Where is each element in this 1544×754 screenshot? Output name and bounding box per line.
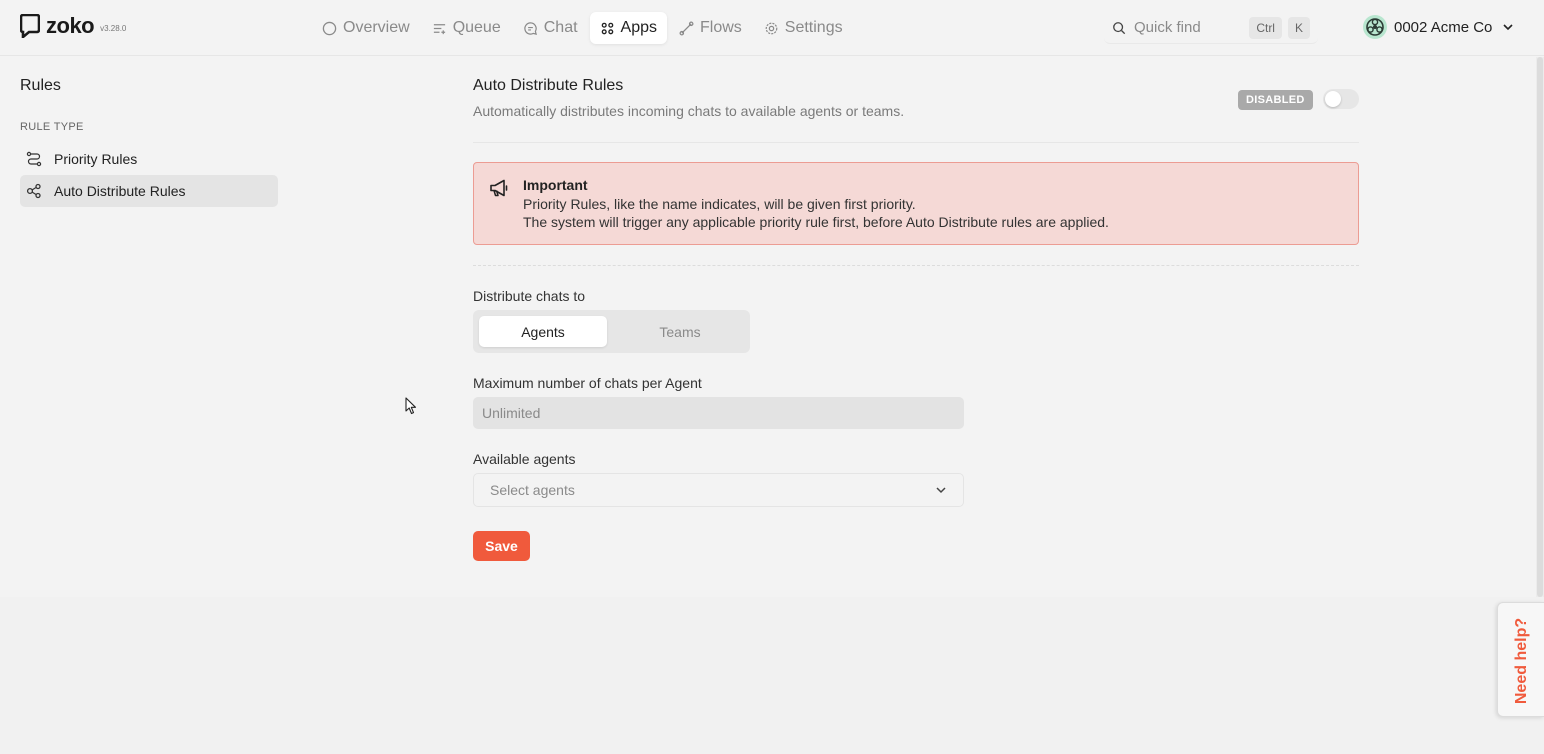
distribute-teams-option[interactable]: Teams [616,316,744,347]
gear-icon [765,22,778,34]
sidebar-title: Rules [20,77,61,94]
nav-chat-label: Chat [543,19,578,36]
megaphone-icon [490,179,508,197]
distribute-target-toggle: Agents Teams [473,310,750,353]
nav-settings[interactable]: Settings [754,12,853,44]
save-button[interactable]: Save [473,531,530,561]
account-avatar-icon [1363,15,1387,39]
share-nodes-icon [26,183,41,199]
mouse-cursor-icon [405,397,417,415]
enable-toggle[interactable] [1323,89,1359,109]
search-icon [1113,21,1126,34]
flows-icon [679,21,694,35]
sidebar-item-label: Auto Distribute Rules [54,183,186,199]
chat-icon [524,21,537,35]
max-chats-input[interactable]: Unlimited [473,397,964,429]
nav-queue[interactable]: Queue [422,12,511,44]
sidebar-item-priority-rules[interactable]: Priority Rules [20,143,278,175]
brand-name: zoko [46,13,95,38]
alert-message-line2: The system will trigger any applicable p… [523,214,1109,230]
top-navbar: zoko v3.28.0 Overview Queue Chat Apps Fl… [0,0,1544,56]
quick-find[interactable]: Quick find Ctrl K [1104,12,1318,44]
page-footer-area [0,597,1544,754]
available-agents-label: Available agents [473,451,576,467]
page-scrollbar[interactable] [1536,57,1544,597]
agents-select[interactable]: Select agents [473,473,964,507]
max-chats-label: Maximum number of chats per Agent [473,375,702,391]
need-help-tab[interactable]: Need help? [1497,602,1544,717]
nav-settings-label: Settings [784,19,843,36]
nav-apps-label: Apps [620,19,657,36]
agents-select-placeholder: Select agents [490,482,575,498]
toggle-knob [1325,91,1341,107]
rules-sidebar: Rules RULE TYPE Priority Rules Auto Dist… [0,57,290,597]
distribute-agents-option[interactable]: Agents [479,316,607,347]
chevron-down-icon [1503,24,1513,31]
need-help-label: Need help? [1513,617,1530,705]
important-alert: Important Priority Rules, like the name … [473,162,1359,245]
quick-find-label: Quick find [1134,19,1201,36]
alert-title: Important [523,177,588,193]
status-badge: DISABLED [1238,90,1313,110]
sidebar-section-label: RULE TYPE [20,121,84,133]
nav-chat[interactable]: Chat [513,12,588,44]
brand-logo[interactable]: zoko v3.28.0 [20,14,126,38]
nav-queue-label: Queue [452,19,501,36]
apps-icon [601,22,613,34]
page-subtitle: Automatically distributes incoming chats… [473,103,905,119]
nav-flows[interactable]: Flows [669,12,752,44]
nav-overview-label: Overview [343,19,410,36]
nav-overview[interactable]: Overview [312,12,420,44]
dashed-divider [473,265,1359,266]
page-title: Auto Distribute Rules [473,77,624,94]
shortcut-key-ctrl: Ctrl [1249,16,1282,39]
nav-apps[interactable]: Apps [589,12,667,44]
zoko-logo-icon [20,14,40,38]
divider [473,142,1359,143]
distribute-label: Distribute chats to [473,288,586,304]
shortcut-key-k: K [1287,16,1310,39]
main-nav: Overview Queue Chat Apps Flows Settings [312,12,853,44]
chevron-down-icon [936,487,946,494]
account-switcher[interactable]: 0002 Acme Co [1362,14,1514,40]
app-version: v3.28.0 [100,24,127,33]
nav-flows-label: Flows [700,19,742,36]
sidebar-item-label: Priority Rules [54,151,138,167]
sidebar-item-auto-distribute-rules[interactable]: Auto Distribute Rules [20,175,278,207]
scrollbar-thumb[interactable] [1537,57,1543,597]
circle-icon [322,21,337,35]
alert-message-line1: Priority Rules, like the name indicates,… [523,196,916,212]
queue-icon [433,23,445,34]
account-name: 0002 Acme Co [1394,18,1493,36]
route-icon [26,151,42,167]
